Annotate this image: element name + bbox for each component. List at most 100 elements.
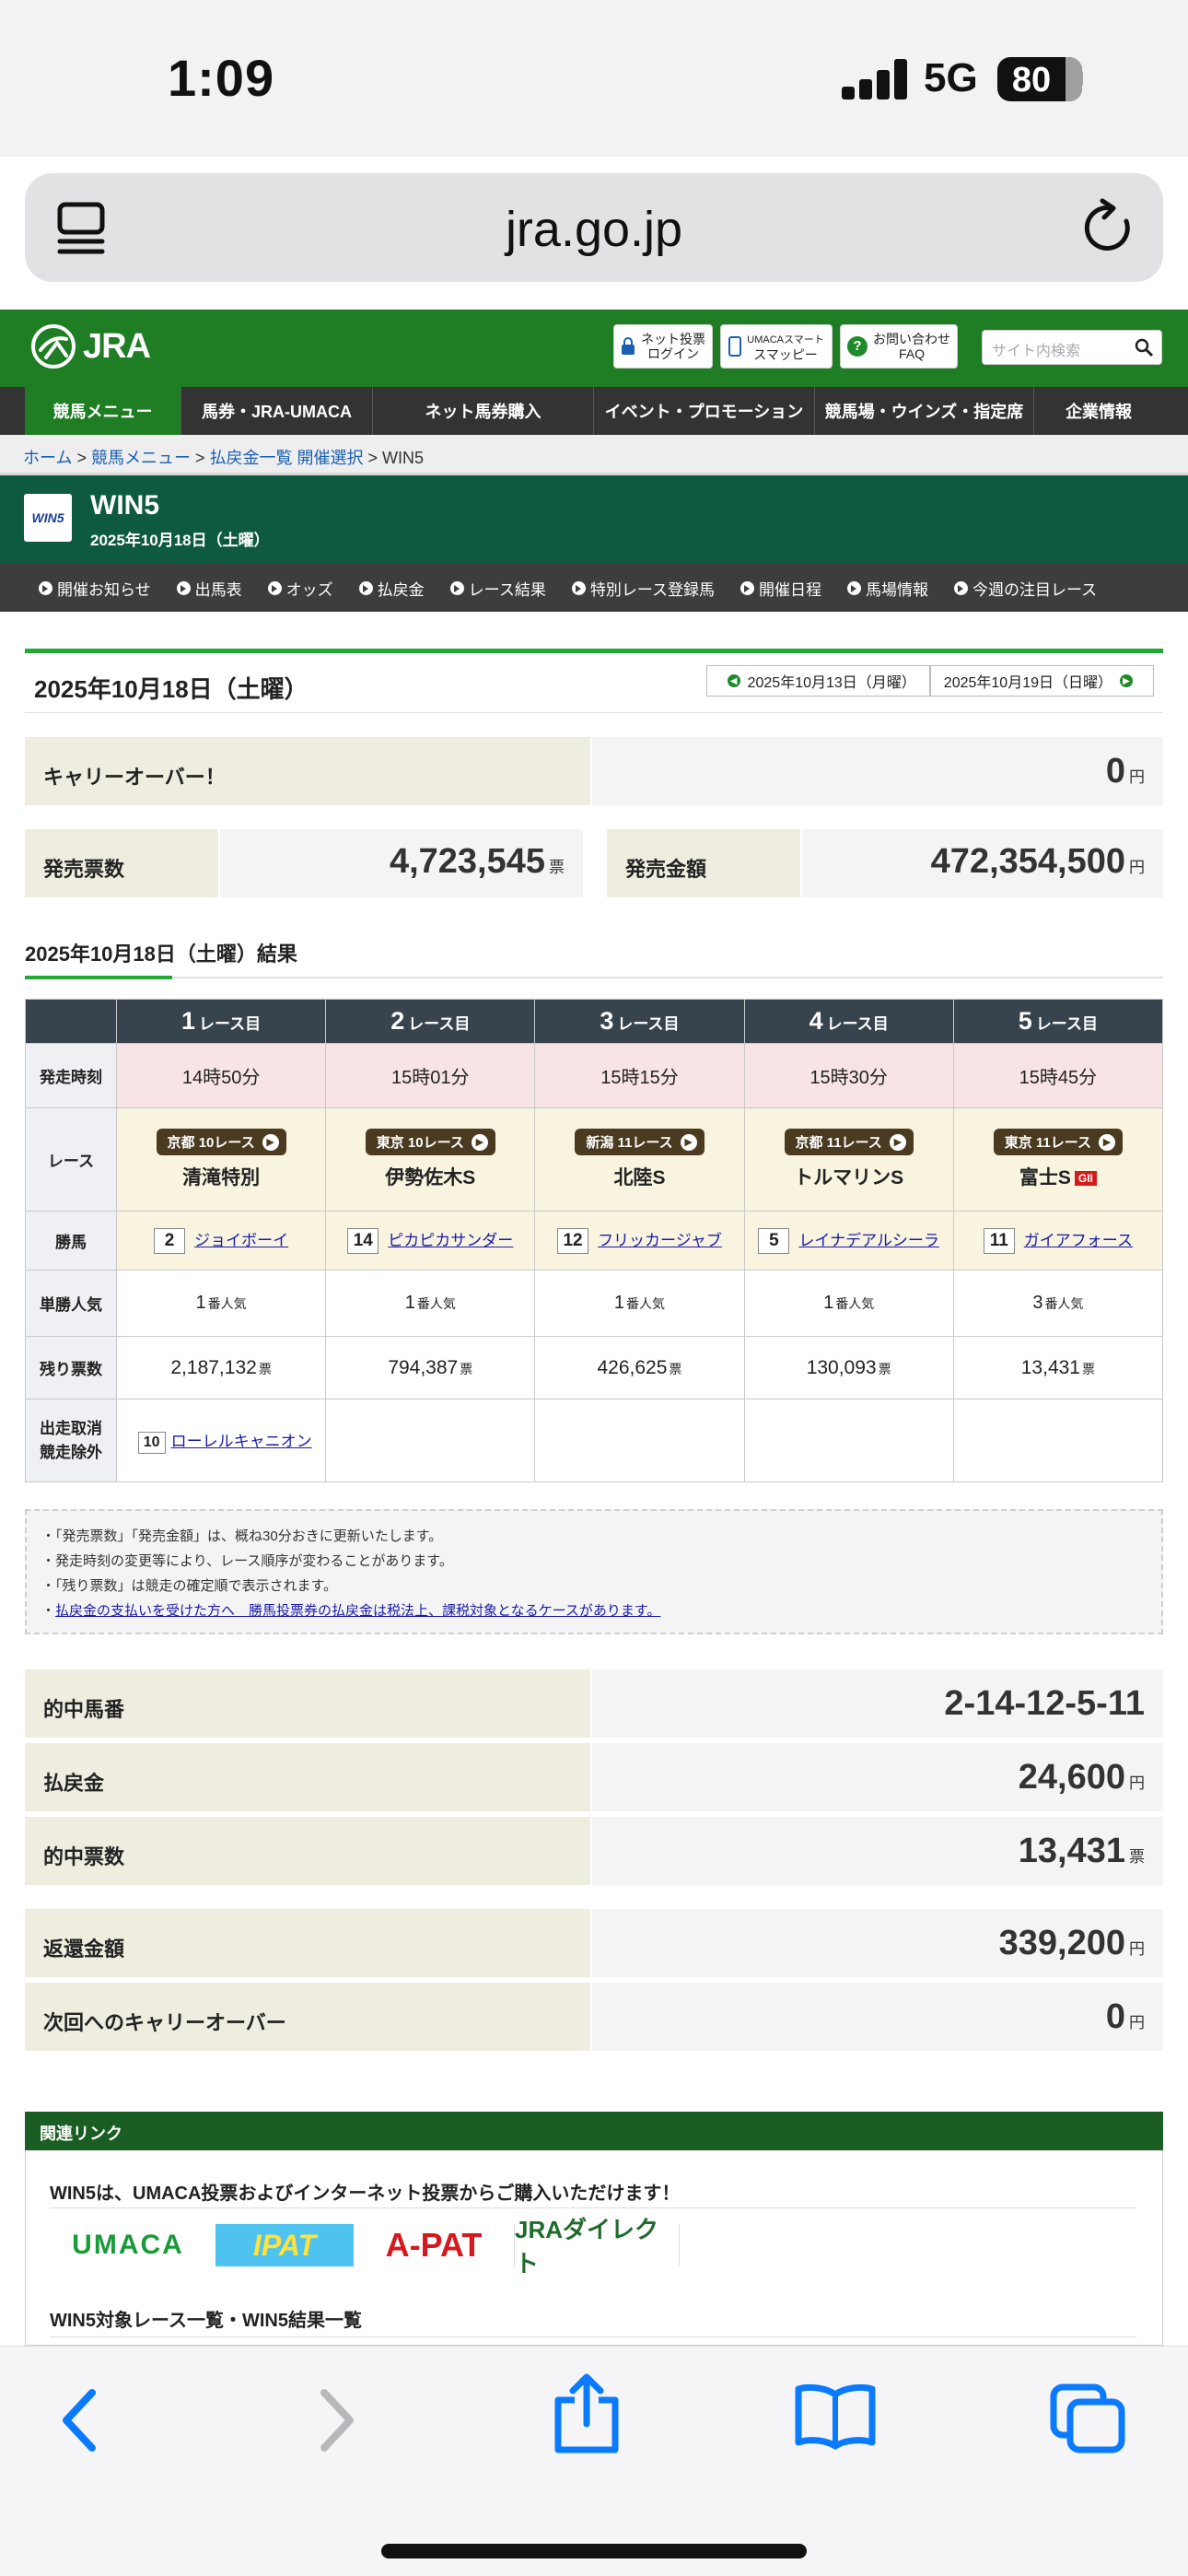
tax-notice-link[interactable]: 払戻金の支払いを受けた方へ 勝馬投票券の払戻金は税法上、課税対象となるケースがあ…	[55, 1603, 660, 1619]
breadcrumb-select[interactable]: 払戻金一覧 開催選択	[210, 449, 364, 467]
scratched-horse-link[interactable]: ローレルキャニオン	[171, 1433, 312, 1450]
win5-logo: WIN5	[24, 494, 72, 542]
nav-keiba-menu[interactable]: 競馬メニュー	[25, 387, 181, 435]
battery-icon: 80	[997, 57, 1082, 101]
arrow-circle-icon	[846, 580, 861, 595]
sales-row: 発売票数 4,723,545 票 発売金額 472,354,500 円	[25, 829, 1163, 897]
apat-logo-link[interactable]: A-PAT	[372, 2224, 495, 2266]
nav-racecourse-wins[interactable]: 競馬場・ウインズ・指定席	[815, 387, 1034, 435]
share-icon[interactable]	[553, 2372, 621, 2455]
url-text[interactable]: jra.go.jp	[25, 201, 1163, 258]
arrow-right-icon: ▶	[471, 1133, 488, 1151]
race-name-5: 富士S GII	[954, 1163, 1162, 1190]
net-vote-login-button[interactable]: ネット投票 ログイン	[613, 324, 713, 369]
forward-icon[interactable]	[313, 2383, 359, 2457]
arrow-right-icon: ▶	[262, 1133, 279, 1151]
related-text-2: WIN5対象レース一覧・WIN5結果一覧	[50, 2311, 362, 2331]
grade-badge: GII	[1074, 1171, 1097, 1187]
carryover-label: キャリーオーバー！	[25, 737, 592, 805]
faq-button[interactable]: ? お問い合わせ FAQ	[840, 324, 958, 369]
race-link-5[interactable]: 東京 11レース ▶	[993, 1129, 1124, 1155]
nav-corporate[interactable]: 企業情報	[1034, 387, 1163, 435]
subnav-payout[interactable]: 払戻金	[358, 577, 425, 600]
jra-direct-logo-link[interactable]: JRAダイレクト	[514, 2216, 680, 2277]
login-line2: ログイン	[647, 346, 699, 361]
remaining-2: 794,387 票	[325, 1336, 536, 1399]
popularity-5: 3 番人気	[952, 1270, 1164, 1337]
subnav-schedule[interactable]: 開催日程	[740, 577, 821, 600]
remaining-1: 2,187,132 票	[115, 1336, 327, 1399]
carryover-value: 0	[1105, 752, 1125, 790]
note-4: ・払戻金の支払いを受けた方へ 勝馬投票券の払戻金は税法上、課税対象となるケースが…	[41, 1603, 661, 1619]
jra-header: JRA ネット投票 ログイン UMACAスマートスマッピー ? お問い合わせ FAQ…	[0, 310, 1188, 387]
site-search-input[interactable]: サイト内検索	[982, 330, 1162, 365]
next-carryover-row: 次回へのキャリーオーバー 0円	[25, 1983, 1163, 2051]
race-col-header-2: 2 レース目	[325, 999, 536, 1044]
date-title: 2025年10月18日（土曜）	[34, 675, 309, 703]
refund-value: 339,200	[998, 1924, 1125, 1962]
popularity-4: 1 番人気	[743, 1270, 954, 1337]
network-type: 5G	[924, 55, 978, 100]
subnav-notice[interactable]: 開催お知らせ	[39, 577, 151, 600]
subnav-results[interactable]: レース結果	[449, 577, 546, 600]
back-icon[interactable]	[57, 2383, 103, 2457]
table-row-time: 発走時刻 14時50分 15時01分 15時15分 15時30分 15時45分	[25, 1043, 1164, 1108]
browser-toolbar	[0, 2346, 1188, 2576]
faq-line2: FAQ	[898, 346, 925, 361]
address-bar[interactable]: jra.go.jp	[25, 173, 1163, 282]
table-row-scratch: 出走取消 競走除外 10 ローレルキャニオン	[25, 1399, 1164, 1482]
umaca-logo-link[interactable]: UMACA	[59, 2224, 197, 2266]
breadcrumb-home[interactable]: ホーム	[23, 449, 72, 467]
arrow-circle-icon	[39, 580, 52, 595]
subnav-featured[interactable]: 今週の注目レース	[953, 577, 1097, 600]
race-link-1[interactable]: 京都 10レース ▶	[156, 1129, 286, 1155]
bookmarks-icon[interactable]	[794, 2382, 877, 2450]
winner-link-3[interactable]: フリッカージャブ	[598, 1232, 722, 1249]
related-links-box: WIN5は、UMACA投票およびインターネット投票からご購入いただけます！ UM…	[25, 2150, 1163, 2346]
help-icon: ?	[847, 336, 868, 357]
jra-logo[interactable]: JRA	[29, 322, 151, 370]
winner-link-1[interactable]: ジョイボーイ	[194, 1232, 288, 1249]
next-date-button[interactable]: 2025年10月19日（日曜） ▶	[929, 665, 1154, 697]
nav-net-baken[interactable]: ネット馬券購入	[373, 387, 594, 435]
umaca-line2: スマッピー	[753, 347, 818, 362]
hits-value: 13,431	[1018, 1832, 1125, 1870]
arrow-right-icon: ▶	[1099, 1133, 1116, 1151]
start-time-5: 15時45分	[952, 1043, 1164, 1108]
notes-box: ・「発売票数」「発売金額」は、概ね30分おきに更新いたします。 ・発走時刻の変更…	[25, 1509, 1163, 1634]
winner-link-2[interactable]: ピカピカサンダー	[388, 1232, 513, 1249]
remaining-4: 130,093 票	[743, 1336, 954, 1399]
subnav-special-entries[interactable]: 特別レース登録馬	[571, 577, 715, 600]
race-link-3[interactable]: 新潟 11レース ▶	[575, 1129, 705, 1155]
nav-baken-umaca[interactable]: 馬券・JRA-UMACA	[181, 387, 373, 435]
ipat-logo-link[interactable]: IPAT	[215, 2224, 354, 2266]
race-link-2[interactable]: 東京 10レース ▶	[365, 1129, 495, 1155]
nav-event-promotion[interactable]: イベント・プロモーション	[594, 387, 815, 435]
note-3: ・「残り票数」は競走の確定順で表示されます。	[41, 1578, 338, 1594]
search-icon[interactable]	[1134, 337, 1154, 357]
race-col-header-1: 1 レース目	[115, 999, 327, 1044]
results-rule	[25, 976, 1163, 979]
subnav-track-info[interactable]: 馬場情報	[846, 577, 928, 600]
reload-icon[interactable]	[1080, 197, 1137, 258]
tabs-icon[interactable]	[1048, 2382, 1127, 2455]
winner-link-4[interactable]: レイナデアルシーラ	[798, 1232, 939, 1249]
prev-date-button[interactable]: ◀ 2025年10月13日（月曜）	[705, 665, 930, 697]
jra-logo-text: JRA	[83, 326, 151, 366]
subnav-entries[interactable]: 出馬表	[176, 577, 242, 600]
umaca-line1: UMACAスマート	[747, 334, 824, 345]
note-1: ・「発売票数」「発売金額」は、概ね30分おきに更新いたします。	[41, 1528, 443, 1544]
corner-header	[25, 999, 117, 1044]
faq-line1: お問い合わせ	[873, 332, 950, 346]
results-table: 1 レース目 2 レース目 3 レース目 4 レース目 5 レース目 発走時刻 14時50…	[25, 999, 1164, 1482]
amount-value-cell: 472,354,500 円	[802, 829, 1163, 897]
popularity-2: 1 番人気	[325, 1270, 536, 1337]
race-col-header-3: 3 レース目	[534, 999, 745, 1044]
breadcrumb-menu[interactable]: 競馬メニュー	[91, 449, 191, 467]
remaining-3: 426,625 票	[534, 1336, 745, 1399]
race-link-4[interactable]: 京都 11レース ▶	[784, 1129, 914, 1155]
subnav-odds[interactable]: オッズ	[267, 577, 333, 600]
winner-link-5[interactable]: ガイアフォース	[1024, 1232, 1133, 1249]
umaca-smart-button[interactable]: UMACAスマートスマッピー	[720, 324, 833, 369]
breadcrumb: ホーム > 競馬メニュー > 払戻金一覧 開催選択 > WIN5	[0, 435, 1188, 475]
